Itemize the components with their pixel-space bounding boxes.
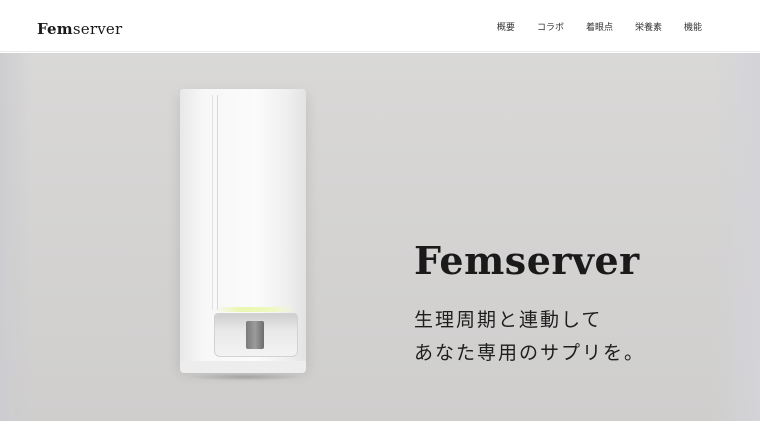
site-header: Femserver 概要 コラボ 着眼点 栄養素 機能 [0,0,760,52]
device-light-strip [216,307,296,312]
hero-tagline-line-1: 生理周期と連動して [414,309,603,331]
nav-item-features[interactable]: 機能 [684,22,702,34]
logo-suffix: server [72,20,123,38]
device-cup [246,321,264,349]
nav-item-collab[interactable]: コラボ [537,22,564,34]
site-logo[interactable]: Femserver [37,20,122,38]
hero-tagline: 生理周期と連動して あなた専用のサプリを。 [414,304,645,370]
main-nav: 概要 コラボ 着眼点 栄養素 機能 [475,22,702,34]
hero-title-prefix: Fem [414,238,505,283]
hero-tagline-line-2: あなた専用のサプリを。 [414,342,646,364]
nav-item-focus[interactable]: 着眼点 [586,22,613,34]
product-image [176,89,306,381]
device-seam [212,95,213,310]
logo-prefix: Fem [37,20,73,38]
hero-title: Femserver [414,239,640,283]
nav-item-overview[interactable]: 概要 [497,22,515,34]
hero-shade-left [0,53,30,421]
hero-section: Femserver 生理周期と連動して あなた専用のサプリを。 [0,53,760,421]
device-shadow [186,373,304,381]
hero-shade-right [712,53,760,421]
device-base [180,361,306,373]
nav-item-nutrients[interactable]: 栄養素 [635,22,662,34]
device-seam-2 [217,95,218,310]
hero-title-suffix: server [504,238,640,283]
